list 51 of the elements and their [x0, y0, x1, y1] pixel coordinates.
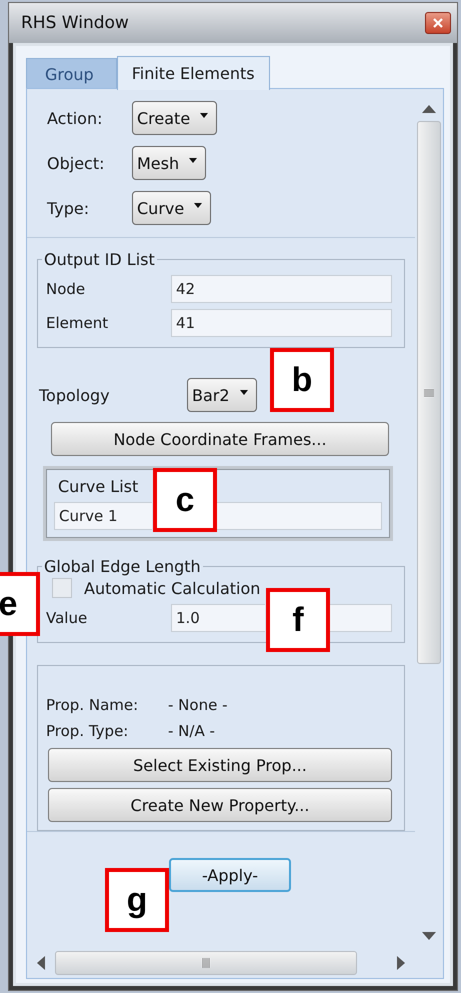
callout-label: e — [0, 572, 40, 636]
field-label: Element — [46, 314, 110, 332]
close-icon — [433, 18, 443, 28]
field-label: Action: — [47, 108, 104, 128]
field-value: - None - — [168, 696, 228, 714]
tab[interactable]: Group — [26, 58, 117, 90]
scroll-left-icon[interactable] — [37, 956, 45, 970]
field-label: Prop. Name: — [46, 696, 140, 714]
callout-label: f — [266, 588, 330, 652]
grip-icon — [424, 388, 434, 396]
scroll-right-icon[interactable] — [397, 956, 405, 970]
input-field[interactable]: Curve 1 — [54, 502, 152, 530]
grip-icon — [202, 958, 210, 968]
scroll-down-icon[interactable] — [422, 932, 436, 940]
caret-icon — [200, 112, 208, 118]
input-field[interactable]: 41 — [171, 309, 392, 337]
dropdown[interactable]: Mesh — [132, 146, 206, 180]
window-title: RHS Window — [21, 13, 129, 33]
checkbox[interactable] — [52, 578, 72, 598]
group-title: Curve List — [57, 477, 140, 496]
input-field[interactable]: 42 — [171, 275, 392, 303]
group-title: Output ID List — [43, 250, 156, 269]
callout-label: b — [270, 348, 334, 412]
caret-icon — [240, 390, 248, 394]
scroll-thumb[interactable] — [417, 121, 441, 664]
tab[interactable]: Finite Elements — [116, 56, 270, 90]
field-value: - N/A - — [168, 722, 215, 740]
dropdown[interactable]: Curve — [132, 191, 212, 225]
checkbox-label: Automatic Calculation — [84, 578, 260, 598]
field-label: Type: — [47, 198, 90, 218]
property-button[interactable]: Select Existing Prop... — [48, 748, 392, 782]
field-label: Topology — [39, 386, 111, 404]
dropdown[interactable]: Create — [132, 101, 218, 135]
group-title: Global Edge Length — [43, 557, 202, 576]
callout-label: c — [153, 468, 217, 532]
close-button[interactable] — [425, 12, 451, 34]
input-field[interactable]: 1.0 — [171, 604, 265, 632]
node-coordinate-frames-button[interactable]: Node Coordinate Frames... — [51, 422, 389, 456]
caret-icon — [189, 158, 198, 162]
caret-icon — [194, 202, 202, 208]
field-label: Prop. Type: — [46, 722, 130, 740]
dropdown[interactable]: Bar2 — [187, 378, 257, 412]
property-button[interactable]: Create New Property... — [48, 788, 392, 822]
field-label: Object: — [47, 154, 106, 172]
field-label: Value — [46, 609, 88, 627]
scroll-thumb[interactable] — [55, 951, 357, 975]
apply-button[interactable]: -Apply- — [169, 858, 291, 892]
field-label: Node — [46, 280, 86, 298]
callout-label: g — [105, 868, 169, 932]
field-background — [329, 604, 392, 632]
scroll-up-icon[interactable] — [422, 105, 436, 113]
